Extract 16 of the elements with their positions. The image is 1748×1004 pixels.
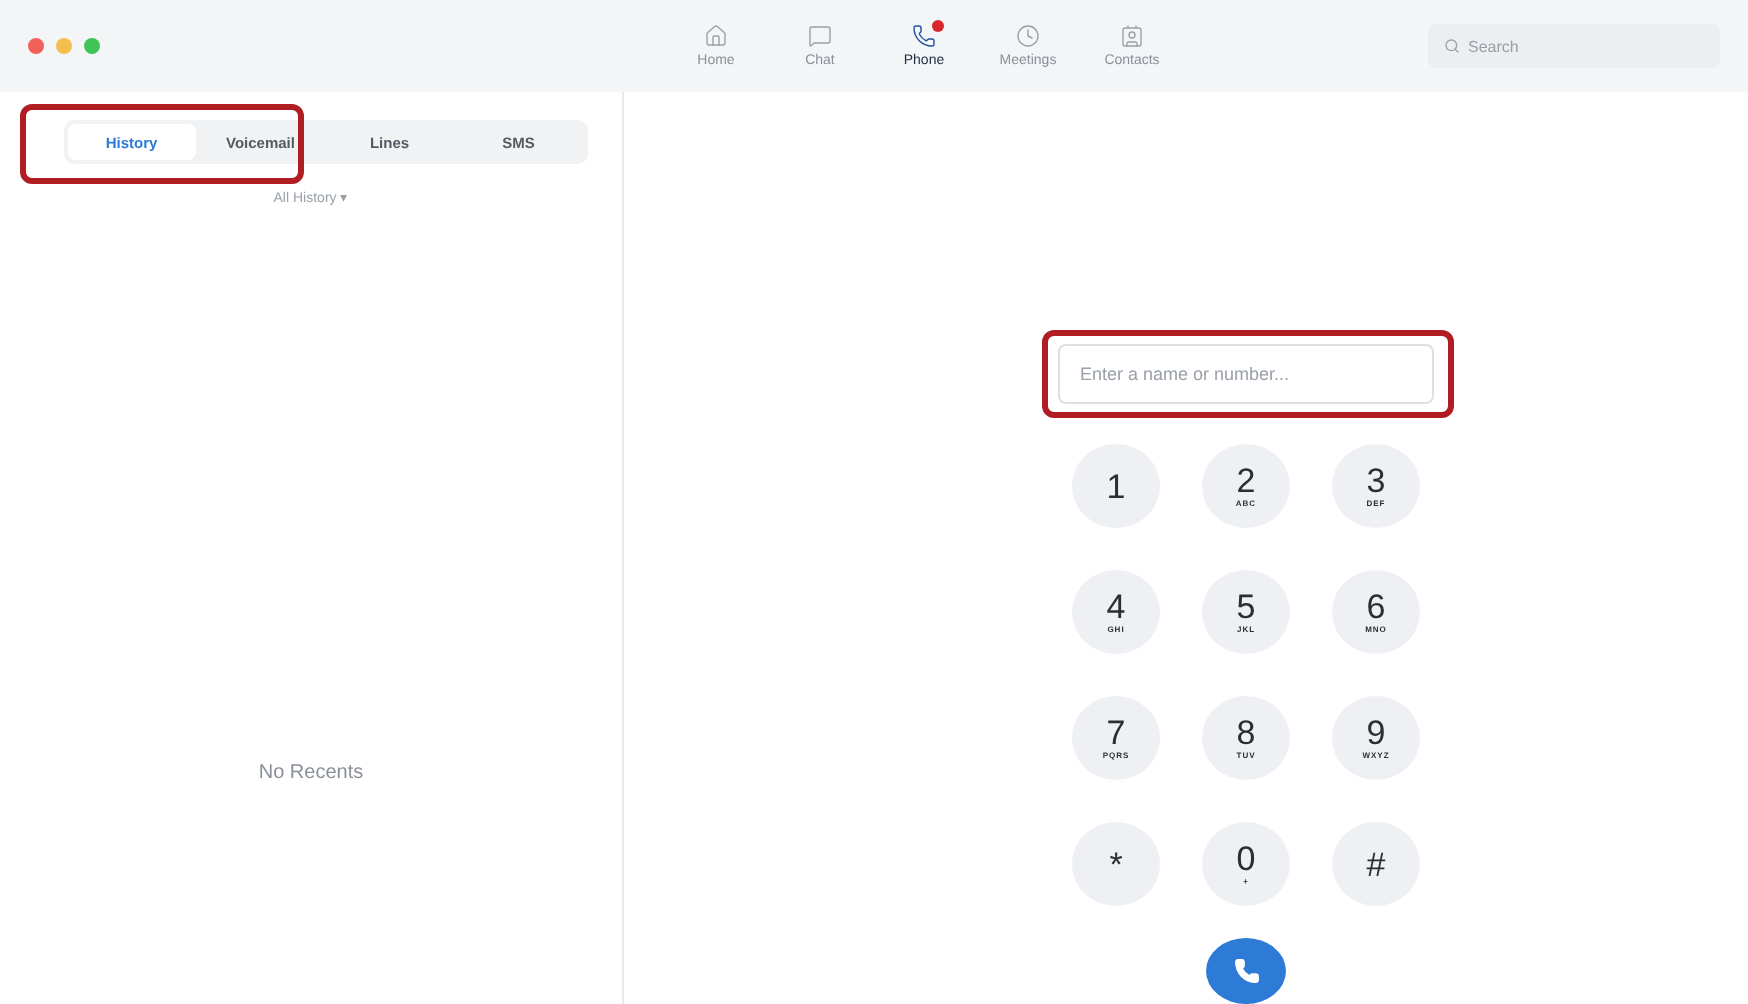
dial-key[interactable]: 1 [1072, 444, 1160, 528]
chat-icon [808, 24, 832, 48]
phone-icon [1233, 958, 1259, 984]
phone-icon [912, 24, 936, 48]
contacts-icon [1120, 24, 1144, 48]
minimize-icon[interactable] [56, 38, 72, 54]
empty-message: No Recents [258, 762, 364, 784]
dial-key[interactable]: # [1332, 822, 1420, 906]
close-icon[interactable] [28, 38, 44, 54]
home-icon [704, 24, 728, 48]
dial-key[interactable]: * [1072, 822, 1160, 906]
maximize-icon[interactable] [84, 38, 100, 54]
search-icon [1444, 38, 1460, 54]
clock-icon [1016, 24, 1040, 48]
call-button[interactable] [1206, 938, 1286, 1004]
number-field[interactable]: Enter a name or number... [1058, 344, 1434, 404]
